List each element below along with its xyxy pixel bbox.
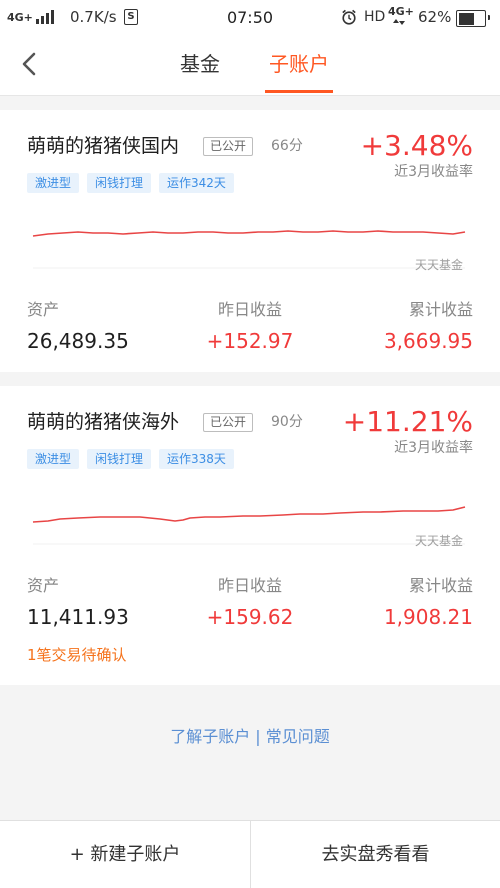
tab-subaccounts[interactable]: 子账户 [254, 49, 344, 93]
signal-bar [36, 19, 39, 24]
strategy-tags: 激进型 闲钱打理 运作338天 [27, 449, 234, 469]
signal-bar [46, 13, 49, 24]
signal-bar [41, 16, 44, 24]
three-month-return: +3.48% [360, 129, 473, 162]
s-box-icon: S [124, 9, 138, 25]
alarm-clock-icon [342, 9, 356, 25]
about-subaccounts-link[interactable]: 了解子账户 [170, 727, 250, 746]
asset-label: 资产 [27, 300, 60, 319]
chevron-left-icon[interactable] [21, 52, 37, 76]
return-period-label: 近3月收益率 [394, 164, 473, 180]
subaccount-name: 萌萌的猪猪侠国内 [27, 135, 180, 157]
yesterday-earnings-label: 昨日收益 [217, 300, 282, 319]
battery-icon [456, 10, 490, 27]
up-down-arrows-icon [393, 19, 405, 27]
sparkline-line [32, 230, 466, 237]
strategy-tag: 运作342天 [159, 173, 234, 193]
battery-fill [458, 12, 474, 25]
help-links: 了解子账户 | 常见问题 [0, 726, 500, 748]
yesterday-earnings-value: +159.62 [206, 605, 294, 629]
score-text: 66分 [271, 138, 303, 154]
visibility-badge: 已公开 [203, 413, 254, 432]
network-type-right: 4G+ [388, 5, 414, 18]
new-subaccount-button[interactable]: + 新建子账户 [0, 821, 250, 888]
total-earnings-label: 累计收益 [408, 576, 473, 595]
asset-stat: 资产 11,411.93 [27, 575, 129, 629]
total-earnings-value: 3,669.95 [383, 329, 473, 353]
yesterday-earnings-value: +152.97 [206, 329, 294, 353]
total-earnings-stat: 累计收益 1,908.21 [384, 575, 473, 629]
score-text: 90分 [271, 414, 303, 430]
tab-funds[interactable]: 基金 [160, 49, 240, 79]
asset-stat: 资产 26,489.35 [27, 299, 129, 353]
signal-bars-icon [36, 9, 54, 24]
pending-transactions-notice[interactable]: 1笔交易待确认 [27, 645, 127, 665]
strategy-tag: 激进型 [27, 449, 80, 469]
asset-label: 资产 [27, 576, 60, 595]
strategy-tag: 闲钱打理 [87, 449, 152, 469]
battery-nub [487, 14, 490, 20]
network-speed: 0.7K/s [70, 8, 117, 26]
tab-label: 子账户 [269, 52, 329, 76]
hd-indicator: HD [364, 9, 386, 25]
link-separator: | [255, 727, 261, 746]
asset-value: 11,411.93 [27, 605, 129, 629]
clock-time: 07:50 [226, 8, 274, 27]
sparkline-line [32, 506, 466, 523]
down-arrow-icon [399, 21, 405, 25]
signal-bar [51, 10, 54, 24]
return-period-label: 近3月收益率 [394, 440, 473, 456]
faq-link[interactable]: 常见问题 [266, 727, 330, 746]
total-earnings-stat: 累计收益 3,669.95 [384, 299, 473, 353]
battery-percent: 62% [418, 8, 452, 26]
network-type-left: 4G+ [7, 11, 33, 24]
yesterday-earnings-label: 昨日收益 [217, 576, 282, 595]
strategy-tags: 激进型 闲钱打理 运作342天 [27, 173, 234, 193]
tab-underline [265, 90, 333, 93]
asset-value: 26,489.35 [27, 329, 129, 353]
strategy-tag: 激进型 [27, 173, 80, 193]
performance-sparkline [32, 506, 466, 545]
subaccount-name: 萌萌的猪猪侠海外 [27, 411, 180, 433]
subaccount-card[interactable]: 萌萌的猪猪侠国内 已公开 66分 +3.48% 近3月收益率 激进型 闲钱打理 … [0, 110, 500, 372]
subaccount-card[interactable]: 萌萌的猪猪侠海外 已公开 90分 +11.21% 近3月收益率 激进型 闲钱打理… [0, 386, 500, 685]
bottom-bar: + 新建子账户 去实盘秀看看 [0, 820, 500, 888]
total-earnings-label: 累计收益 [408, 300, 473, 319]
performance-sparkline [32, 230, 466, 269]
visibility-badge: 已公开 [203, 137, 254, 156]
three-month-return: +11.21% [342, 405, 473, 438]
status-bar: 4G+ 0.7K/s S 07:50 HD 4G+ 62% [0, 0, 500, 35]
tab-label: 基金 [180, 52, 220, 76]
strategy-tag: 运作338天 [159, 449, 234, 469]
screen: 4G+ 0.7K/s S 07:50 HD 4G+ 62% 基金 子账户 萌萌的… [0, 0, 500, 888]
live-showcase-button[interactable]: 去实盘秀看看 [250, 821, 500, 888]
header: 基金 子账户 [0, 35, 500, 96]
chart-watermark: 天天基金 [414, 258, 463, 272]
yesterday-earnings-stat: 昨日收益 +159.62 [170, 575, 330, 629]
yesterday-earnings-stat: 昨日收益 +152.97 [170, 299, 330, 353]
total-earnings-value: 1,908.21 [383, 605, 473, 629]
chart-watermark: 天天基金 [414, 534, 463, 548]
strategy-tag: 闲钱打理 [87, 173, 152, 193]
